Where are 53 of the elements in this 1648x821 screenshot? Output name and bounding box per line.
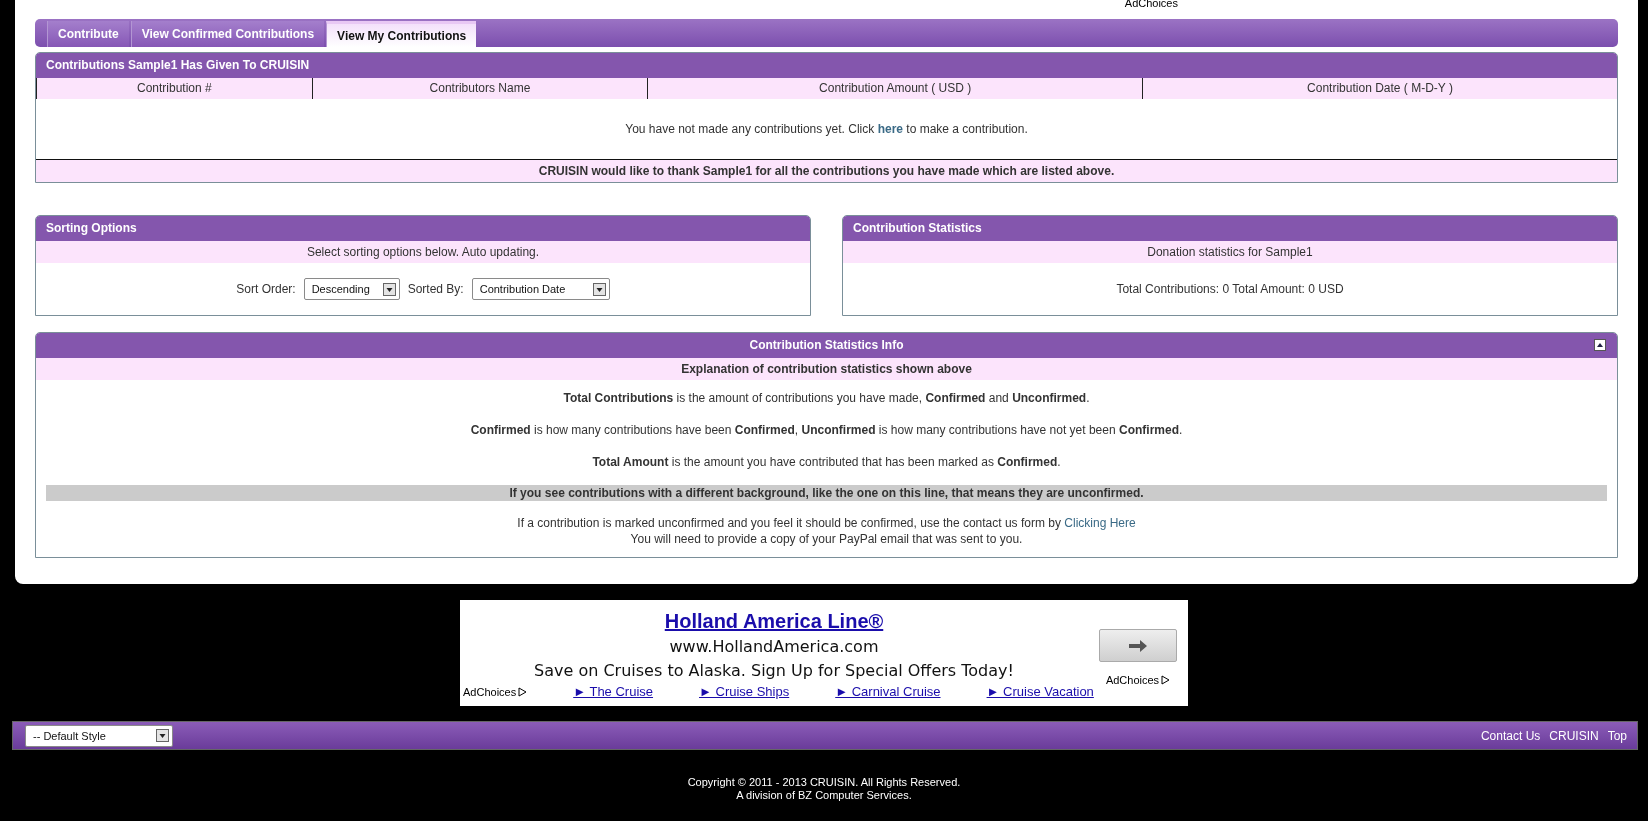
footer-link[interactable]: Top: [1607, 728, 1627, 743]
panel-subtitle: Donation statistics for Sample1: [843, 241, 1617, 263]
panel-title: Contribution Statistics Info: [36, 333, 1617, 358]
tab[interactable]: Contribute: [47, 21, 129, 47]
explanation-text: Total Amount is the amount you have contributed that has been marked as Confirmed.: [591, 454, 1062, 470]
ad-link[interactable]: ► Carnival Cruise: [835, 684, 941, 699]
ad-url: www.HollandAmerica.com: [669, 637, 879, 656]
caret-icon: [382, 282, 396, 296]
adchoices-icon: [518, 686, 528, 697]
dropdown[interactable]: Contribution Date: [471, 278, 610, 300]
copyright-text: Copyright © 2011 - 2013 CRUISIN. All Rights Reserved.: [686, 776, 962, 789]
clicking-here-link[interactable]: Clicking Here: [1064, 516, 1136, 530]
explanation-text: Total Contributions is the amount of contributions you have made, Confirmed and Unconfirmed.: [562, 390, 1091, 406]
column-header: Contribution Amount ( USD ): [647, 78, 1143, 99]
adchoices-label[interactable]: AdChoices: [1105, 674, 1171, 686]
adchoices-icon: [1161, 675, 1171, 685]
ad-arrow-button[interactable]: [1099, 629, 1177, 662]
footer-link[interactable]: CRUISIN: [1549, 728, 1599, 743]
panel-subtitle: Explanation of contribution statistics shown above: [36, 358, 1617, 380]
statistics-summary: Total Contributions: 0 Total Amount: 0 USD: [1116, 282, 1344, 296]
help-note: You will need to provide a copy of your PayPal email that was sent to you.: [629, 531, 1024, 547]
panel-title: Contributions Sample1 Has Given To CRUISIN: [36, 53, 1617, 78]
ad-headline[interactable]: Holland America Line®: [664, 610, 884, 633]
thanks-message: CRUISIN would like to thank Sample1 for all the contributions you have made which are listed above.: [36, 160, 1617, 182]
field-label: Sorted By:: [407, 282, 464, 296]
panel-subtitle: Select sorting options below. Auto updating.: [36, 241, 810, 263]
style-dropdown[interactable]: -- Default Style: [25, 724, 173, 747]
column-header: Contribution #: [36, 78, 312, 99]
explanation-text: Confirmed is how many contributions have been Confirmed, Unconfirmed is how many contributions have not yet been Confirmed.: [469, 422, 1184, 438]
column-header: Contribution Date ( M-D-Y ): [1142, 78, 1617, 99]
adchoices-label[interactable]: AdChoices: [1124, 0, 1178, 7]
here-link[interactable]: here: [877, 122, 903, 136]
help-text: If a contribution is marked unconfirmed and you feel it should be confirmed, use the contact us form by Clicking Here: [516, 515, 1137, 531]
empty-message: You have not made any contributions yet. Click here to make a contribution.: [625, 122, 1028, 136]
panel-title: Contribution Statistics: [843, 216, 1617, 241]
caret-icon: [156, 729, 169, 742]
panel-title: Sorting Options: [36, 216, 810, 241]
caret-icon: [592, 282, 606, 296]
adchoices-label[interactable]: AdChoices: [463, 685, 528, 698]
footer-link[interactable]: Contact Us: [1480, 728, 1541, 743]
column-header: Contributors Name: [311, 78, 648, 99]
ad-link[interactable]: ► The Cruise: [573, 684, 654, 699]
ad-link[interactable]: ► Cruise Vacation: [986, 684, 1094, 699]
division-text: A division of BZ Computer Services.: [735, 789, 913, 802]
ad-link[interactable]: ► Cruise Ships: [699, 684, 790, 699]
tab[interactable]: View My Contributions: [326, 21, 477, 47]
ad-text: Save on Cruises to Alaska. Sign Up for Special Offers Today!: [534, 661, 1014, 680]
field-label: Sort Order:: [236, 282, 296, 296]
dropdown[interactable]: Descending: [303, 278, 400, 300]
tab[interactable]: View Confirmed Contributions: [130, 21, 325, 47]
arrow-icon: [1128, 639, 1148, 652]
collapse-icon[interactable]: [1594, 339, 1606, 351]
unconfirmed-example-row: If you see contributions with a different background, like the one on this line, that means they are unconfirmed.: [46, 485, 1607, 501]
